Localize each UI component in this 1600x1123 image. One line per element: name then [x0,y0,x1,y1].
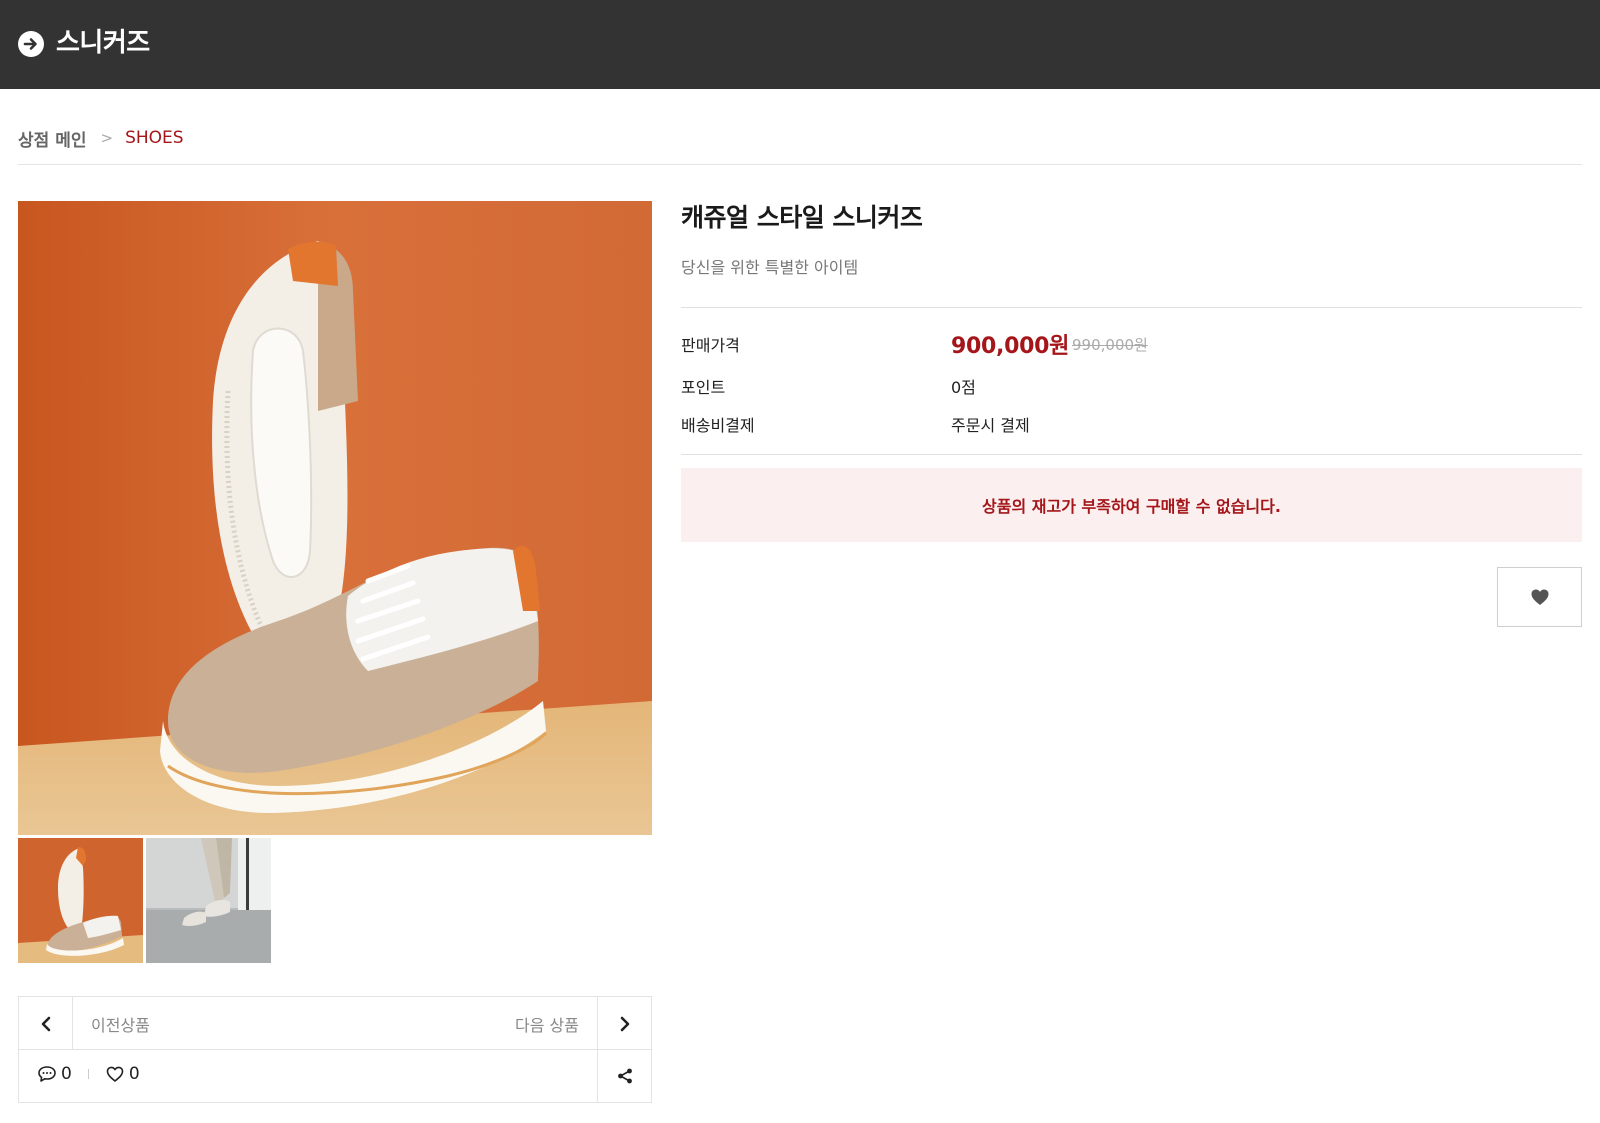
chevron-right-icon [620,1016,629,1031]
comment-count[interactable]: 0 [37,1064,72,1084]
chevron-left-icon [41,1016,50,1031]
sale-price: 900,000원 [951,334,1070,359]
product-thumbnail[interactable] [146,838,271,963]
comment-count-value: 0 [61,1064,72,1084]
page-title: 스니커즈 [56,28,150,58]
price-label: 판매가격 [681,336,740,355]
breadcrumb: 상점 메인 > SHOES [18,124,184,152]
share-icon [617,1068,632,1084]
breadcrumb-current-link[interactable]: SHOES [125,128,184,148]
product-stats: 0 0 [37,1064,140,1084]
like-count-value: 0 [128,1064,140,1084]
original-price: 990,000원 [1072,336,1148,354]
prev-product-button[interactable] [19,997,73,1050]
shipping-label: 배송비결제 [681,416,755,435]
shipping-row: 배송비결제 주문시 결제 [681,408,1582,438]
shipping-value: 주문시 결제 [951,416,1030,435]
product-nav-box: 이전상품 다음 상품 0 0 [18,996,652,1103]
wishlist-button[interactable] [1497,567,1582,627]
divider [18,164,1582,165]
like-count[interactable]: 0 [105,1064,140,1084]
comment-bubble-icon [38,1066,56,1082]
share-button[interactable] [597,1050,651,1102]
soldout-notice: 상품의 재고가 부족하여 구매할 수 없습니다. [681,468,1582,542]
divider [681,307,1582,308]
top-header: 스니커즈 [0,0,1600,89]
soldout-message: 상품의 재고가 부족하여 구매할 수 없습니다. [982,497,1281,516]
heart-outline-icon [106,1066,124,1082]
arrow-right-circle-icon[interactable] [18,31,44,57]
point-value: 0점 [951,378,976,397]
product-subtitle: 당신을 위한 특별한 아이템 [681,258,859,277]
heart-filled-icon [1531,589,1548,605]
breadcrumb-home-link[interactable]: 상점 메인 [18,126,86,151]
stat-divider [87,1069,89,1079]
product-thumbnail[interactable] [18,838,143,963]
price-row: 판매가격 900,000원 990,000원 [681,328,1582,359]
point-row: 포인트 0점 [681,370,1582,400]
product-main-image [18,201,652,835]
stats-row: 0 0 [19,1050,651,1102]
prev-next-row: 이전상품 다음 상품 [19,997,651,1050]
breadcrumb-separator: > [100,129,114,147]
next-product-button[interactable] [597,997,651,1050]
next-product-link[interactable]: 다음 상품 [515,1012,579,1036]
product-title: 캐쥬얼 스타일 스니커즈 [681,203,923,232]
prev-product-link[interactable]: 이전상품 [91,1012,150,1036]
point-label: 포인트 [681,378,726,397]
divider [681,454,1582,455]
